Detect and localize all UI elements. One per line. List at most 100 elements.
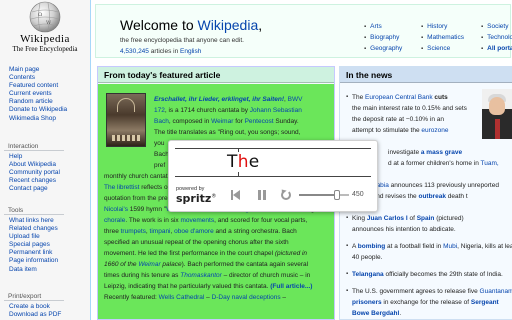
article-link[interactable]: BWV	[288, 96, 303, 103]
portal-link-all-portals[interactable]: All portals	[481, 43, 512, 54]
news-photo[interactable]	[482, 89, 512, 139]
sidebar-item-about-wikipedia[interactable]: About Wikipedia	[9, 161, 90, 169]
news-link[interactable]: Spain	[417, 215, 435, 222]
sidebar-item-create-a-book[interactable]: Create a book	[9, 303, 90, 311]
article-text: 1660 of the	[104, 261, 139, 268]
portal-link-biography[interactable]: Biography	[364, 32, 402, 43]
portal-link-arts[interactable]: Arts	[364, 21, 402, 32]
article-link[interactable]: timpani	[150, 228, 171, 235]
article-link[interactable]: 172	[154, 107, 165, 114]
logo-title: Wikipedia	[20, 33, 70, 45]
article-link[interactable]: movements	[180, 217, 214, 224]
portal-link-society[interactable]: Society	[481, 21, 512, 32]
article-link[interactable]: D-Day naval deceptions	[212, 294, 281, 301]
sidebar-item-contents[interactable]: Contents	[9, 74, 90, 82]
sidebar-item-current-events[interactable]: Current events	[9, 90, 90, 98]
article-link[interactable]: chorale	[104, 217, 125, 224]
article-link[interactable]: Thomaskantor	[180, 272, 222, 279]
reticle-bottom-line	[175, 176, 371, 177]
article-count-language[interactable]: English	[180, 48, 201, 55]
sidebar-item-page-information[interactable]: Page information	[9, 257, 90, 265]
sidebar-item-featured-content[interactable]: Featured content	[9, 82, 90, 90]
news-link[interactable]: Bowe Bergdahl	[352, 310, 399, 317]
article-count: 4,530,245 articles in English	[120, 48, 201, 55]
sidebar-item-permanent-link[interactable]: Permanent link	[9, 249, 90, 257]
news-text: attempt to stimulate the	[352, 127, 422, 134]
speed-slider-handle[interactable]	[333, 190, 340, 200]
speed-slider[interactable]	[299, 190, 349, 200]
article-link[interactable]: Nicolai's	[104, 206, 128, 213]
portal-link-science[interactable]: Science	[421, 43, 464, 54]
pause-button[interactable]	[255, 188, 269, 202]
featured-text-line: Leipzig, indicating that he particularly…	[104, 281, 312, 292]
sidebar-item-data-item[interactable]: Data item	[9, 266, 90, 274]
news-link[interactable]: outbreak	[418, 193, 445, 200]
article-link[interactable]: Pentecost	[245, 118, 274, 125]
sidebar-item-wikimedia-shop[interactable]: Wikimedia Shop	[9, 115, 90, 123]
article-link[interactable]: oboe d'amore	[174, 228, 214, 235]
article-link[interactable]: Johann Sebastian	[250, 107, 302, 114]
sidebar-item-related-changes[interactable]: Related changes	[9, 225, 90, 233]
portal-link-history[interactable]: History	[421, 21, 464, 32]
news-link[interactable]: bombing	[358, 243, 385, 250]
portal-link-technology[interactable]: Technology	[481, 32, 512, 43]
article-text: Leipzig, indicating that he particularly…	[104, 283, 271, 290]
article-text: times during his tenure as	[104, 272, 181, 279]
article-link[interactable]: (Full article...)	[270, 283, 312, 290]
news-text: the deposit rate at −0.10% in an	[352, 116, 444, 123]
welcome-title: Welcome to Wikipedia,	[120, 17, 262, 33]
print-heading[interactable]: Print/export	[4, 292, 64, 301]
sidebar-item-help[interactable]: Help	[9, 153, 90, 161]
sidebar-item-special-pages[interactable]: Special pages	[9, 241, 90, 249]
sidebar-item-random-article[interactable]: Random article	[9, 98, 90, 106]
article-link[interactable]: Weimar	[138, 261, 160, 268]
portal-link-geography[interactable]: Geography	[364, 43, 402, 54]
article-count-number[interactable]: 4,530,245	[120, 48, 149, 55]
article-link[interactable]: The librettist	[104, 184, 139, 191]
sidebar-item-recent-changes[interactable]: Recent changes	[9, 177, 90, 185]
sidebar-item-main-page[interactable]: Main page	[9, 66, 90, 74]
photo-face-shape	[489, 97, 505, 115]
sidebar-item-upload-file[interactable]: Upload file	[9, 233, 90, 241]
photo-tie-shape	[495, 119, 500, 139]
sidebar: Ω W Wikipedia The Free Encyclopedia Main…	[0, 0, 90, 320]
news-text: of	[407, 215, 417, 222]
news-link[interactable]: Guantanamo Bay	[480, 288, 512, 295]
rewind-button[interactable]	[279, 187, 293, 202]
news-link[interactable]: Tuam,	[481, 160, 499, 167]
portal-list-3: SocietyTechnologyAll portals	[481, 21, 512, 54]
news-line: 40 people.	[352, 252, 382, 263]
portal-link-mathematics[interactable]: Mathematics	[421, 32, 464, 43]
sidebar-item-contact-page[interactable]: Contact page	[9, 185, 90, 193]
news-link[interactable]: Sergeant	[471, 299, 499, 306]
news-link[interactable]: European Central Bank	[365, 94, 433, 101]
wikipedia-logo[interactable]: Ω W Wikipedia The Free Encyclopedia	[4, 0, 86, 58]
nav-tools: Tools What links here Related changes Uplo…	[0, 206, 90, 274]
featured-text-line: movement. He led the first performance i…	[104, 248, 307, 259]
article-link[interactable]: Erschallet, ihr Lieder, erklinget, ihr S…	[154, 96, 284, 103]
article-link[interactable]: Bach	[154, 118, 169, 125]
article-link[interactable]: Wells Cathedral	[159, 294, 205, 301]
featured-article-image[interactable]	[106, 93, 146, 147]
news-link[interactable]: Juan Carlos I	[367, 215, 408, 222]
tools-heading[interactable]: Tools	[4, 206, 64, 215]
sidebar-item-what-links-here[interactable]: What links here	[9, 217, 90, 225]
article-text: – director of church music – in	[221, 272, 311, 279]
news-link[interactable]: Telangana	[352, 271, 384, 278]
sidebar-item-download-as-pdf[interactable]: Download as PDF	[9, 311, 90, 319]
news-link[interactable]: eurozone	[421, 127, 448, 134]
article-link[interactable]: Weimar	[211, 118, 233, 125]
article-link[interactable]: trumpets	[121, 228, 146, 235]
news-link[interactable]: Mubi	[443, 243, 457, 250]
interaction-heading[interactable]: Interaction	[4, 142, 64, 151]
news-link[interactable]: a mass grave	[421, 149, 462, 156]
welcome-wikipedia-link[interactable]: Wikipedia	[198, 17, 259, 33]
news-line: King Juan Carlos I of Spain (pictured)	[346, 213, 464, 224]
sidebar-item-donate-to-wikipedia[interactable]: Donate to Wikipedia	[9, 106, 90, 114]
article-text: for	[233, 118, 245, 125]
spritz-logo[interactable]: spritz®	[176, 192, 216, 205]
skip-back-button[interactable]	[229, 188, 243, 202]
news-link[interactable]: prisoners	[352, 299, 382, 306]
sidebar-item-community-portal[interactable]: Community portal	[9, 169, 90, 177]
featured-text-line: Erschallet, ihr Lieder, erklinget, ihr S…	[154, 94, 302, 105]
